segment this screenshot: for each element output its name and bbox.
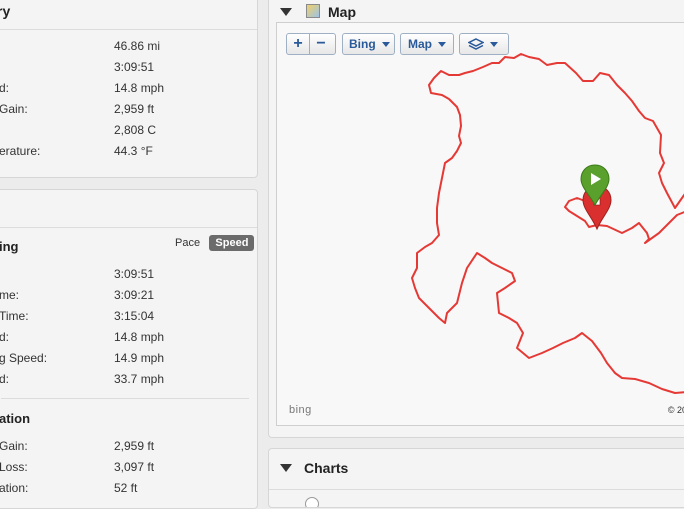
- timing-moving-time-value: 3:09:21: [114, 288, 155, 302]
- timing-avg-speed-value: 14.8 mph: [114, 330, 165, 344]
- summary-row-label: Gain:: [0, 102, 28, 116]
- timing-elapsed-time-value: 3:15:04: [114, 309, 155, 323]
- summary-calories-value: 2,808 C: [114, 123, 157, 137]
- elevation-row-gain: Gain: 2,959 ft: [0, 436, 257, 457]
- timing-row-label: Time:: [0, 309, 29, 323]
- elevation-heading: ation: [0, 411, 31, 426]
- summary-row-time: 3:09:51: [1, 57, 257, 78]
- summary-panel-title: ry: [0, 3, 11, 19]
- map-panel-icon: [306, 4, 320, 18]
- timing-row-elapsed-time: Time: 3:15:04: [0, 306, 257, 327]
- elevation-loss-value: 3,097 ft: [114, 460, 155, 474]
- elevation-min-value: 52 ft: [114, 481, 138, 495]
- timing-row-max-speed: d: 33.7 mph: [0, 369, 257, 390]
- map-copyright: © 2012: [667, 405, 684, 415]
- elevation-gain-value: 2,959 ft: [114, 439, 155, 453]
- charts-panel-header[interactable]: Charts: [269, 449, 684, 490]
- timing-time-value: 3:09:51: [114, 267, 155, 281]
- elevation-row-label: ation:: [0, 481, 29, 495]
- summary-row-calories: 2,808 C: [1, 120, 257, 141]
- timing-row-label: d:: [0, 330, 10, 344]
- summary-row-label: erature:: [0, 144, 41, 158]
- details-panel-header: [0, 190, 257, 228]
- elevation-row-label: Gain:: [0, 439, 28, 453]
- collapse-arrow-icon[interactable]: [280, 464, 292, 472]
- timing-heading: ing: [0, 239, 19, 254]
- charts-panel: Charts: [268, 448, 684, 508]
- map-panel-title: Map: [328, 4, 356, 20]
- summary-row-elevation-gain: Gain: 2,959 ft: [0, 99, 257, 120]
- details-divider: [1, 398, 249, 399]
- summary-row-label: d:: [0, 81, 10, 95]
- route-line: [411, 53, 684, 394]
- collapse-arrow-icon[interactable]: [280, 8, 292, 16]
- map-panel: Map + − Bing Map bing © 2: [268, 0, 684, 438]
- route-map-svg: [411, 53, 684, 394]
- charts-panel-title: Charts: [304, 460, 349, 476]
- summary-elevation-gain-value: 2,959 ft: [114, 102, 155, 116]
- summary-time-value: 3:09:51: [114, 60, 155, 74]
- bing-logo: bing: [289, 404, 312, 416]
- summary-distance-value: 46.86 mi: [114, 39, 161, 53]
- summary-panel: ry 46.86 mi 3:09:51 d: 14.8 mph Gain: 2,…: [0, 0, 258, 178]
- summary-panel-header: ry: [0, 0, 257, 30]
- speed-toggle-button[interactable]: Speed: [209, 235, 255, 251]
- timing-avg-moving-speed-value: 14.9 mph: [114, 351, 165, 365]
- elevation-row-label: Loss:: [0, 460, 28, 474]
- timing-row-avg-moving-speed: g Speed: 14.9 mph: [0, 348, 257, 369]
- timing-row-label: g Speed:: [0, 351, 48, 365]
- elevation-row-loss: Loss: 3,097 ft: [0, 457, 257, 478]
- timing-row-moving-time: me: 3:09:21: [0, 285, 257, 306]
- timing-row-label: d:: [0, 372, 10, 386]
- summary-avg-speed-value: 14.8 mph: [114, 81, 165, 95]
- pace-speed-toggle: Pace Speed: [169, 235, 255, 253]
- map-canvas[interactable]: + − Bing Map bing © 2: [276, 22, 684, 426]
- timing-row-time: 3:09:51: [1, 264, 257, 285]
- summary-temperature-value: 44.3 °F: [114, 144, 153, 158]
- elevation-row-min: ation: 52 ft: [0, 478, 257, 499]
- pace-toggle-button[interactable]: Pace: [169, 235, 206, 251]
- summary-row-distance: 46.86 mi: [1, 36, 257, 57]
- details-panel: ing Pace Speed 3:09:51 me: 3:09:21 Time:…: [0, 189, 258, 509]
- summary-row-temperature: erature: 44.3 °F: [0, 141, 257, 162]
- timing-row-label: me:: [0, 288, 20, 302]
- summary-row-avg-speed: d: 14.8 mph: [0, 78, 257, 99]
- timing-max-speed-value: 33.7 mph: [114, 372, 165, 386]
- timing-row-avg-speed: d: 14.8 mph: [0, 327, 257, 348]
